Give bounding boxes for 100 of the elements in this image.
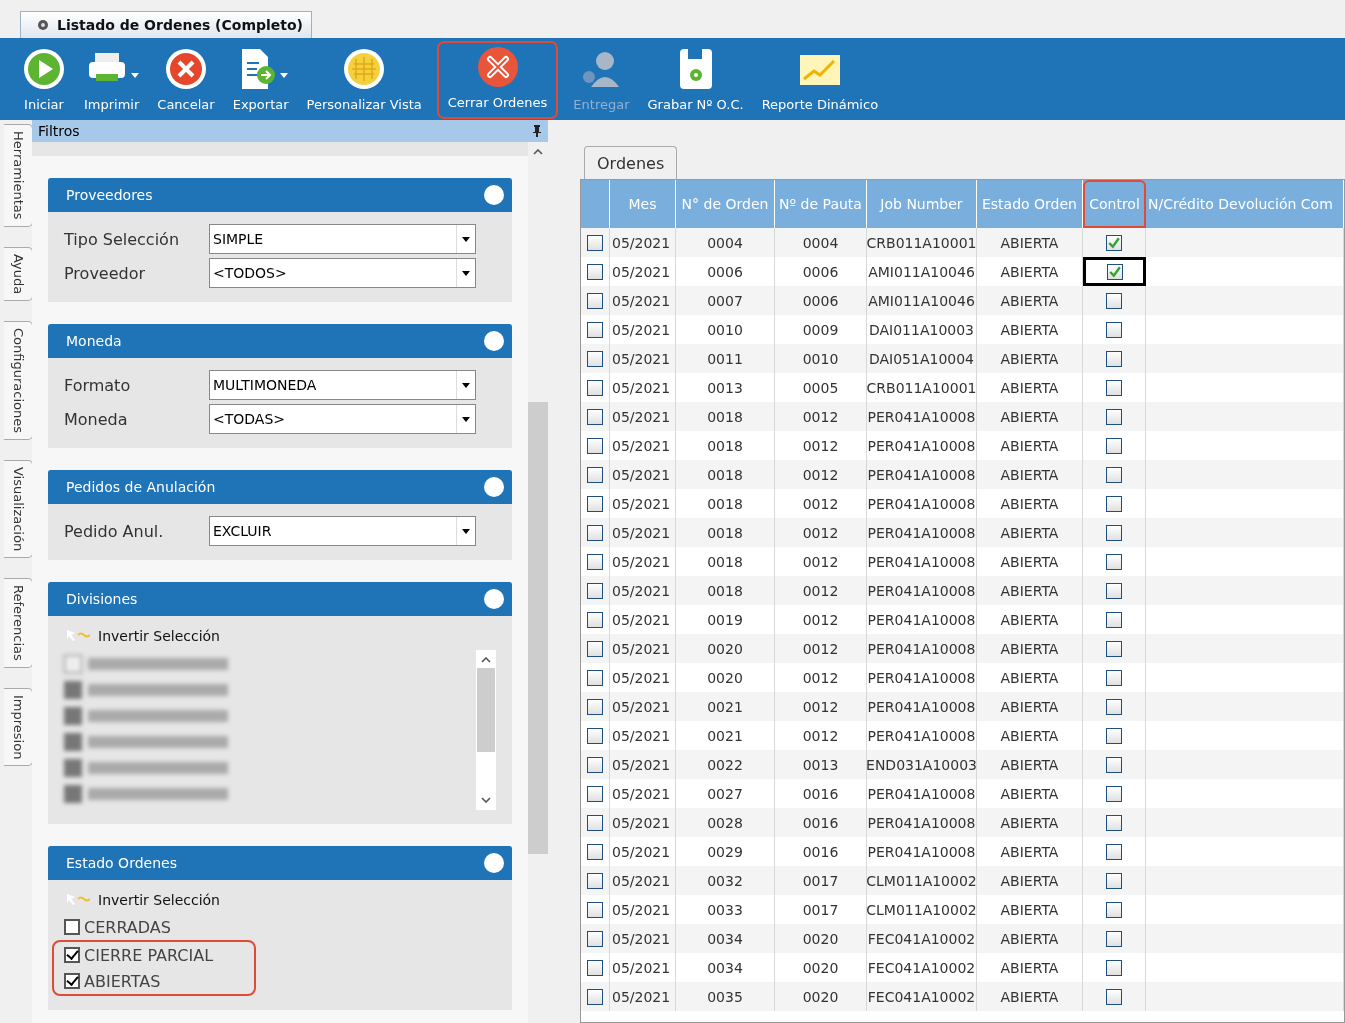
control-checkbox[interactable] xyxy=(1106,843,1122,860)
control-checkbox[interactable] xyxy=(1106,292,1122,309)
control-checkbox[interactable] xyxy=(1106,408,1122,425)
invert-selection-link[interactable]: Invertir Selección xyxy=(66,628,496,644)
row-checkbox[interactable] xyxy=(587,640,603,657)
control-checkbox[interactable] xyxy=(1106,495,1122,512)
dropdown-field[interactable]: EXCLUIR xyxy=(209,516,476,546)
control-checkbox[interactable] xyxy=(1106,930,1122,947)
control-checkbox[interactable] xyxy=(1106,582,1122,599)
collapse-button[interactable] xyxy=(484,477,504,497)
document-tab[interactable]: Listado de Ordenes (Completo) xyxy=(20,11,312,38)
collapse-button[interactable] xyxy=(484,589,504,609)
control-checkbox[interactable] xyxy=(1106,756,1122,773)
row-checkbox[interactable] xyxy=(587,582,603,599)
control-checkbox[interactable] xyxy=(1106,872,1122,889)
row-checkbox[interactable] xyxy=(587,437,603,454)
table-cell: 05/2021 xyxy=(610,344,676,373)
row-checkbox[interactable] xyxy=(587,727,603,744)
table-cell: PER041A10008 xyxy=(867,518,977,547)
control-checkbox[interactable] xyxy=(1106,727,1122,744)
row-checkbox[interactable] xyxy=(587,843,603,860)
row-checkbox[interactable] xyxy=(587,408,603,425)
control-checkbox[interactable] xyxy=(1106,553,1122,570)
toolbar-button[interactable]: Reporte Dinámico xyxy=(755,42,885,118)
control-checkbox[interactable] xyxy=(1106,466,1122,483)
toolbar-button[interactable]: Exportar xyxy=(226,42,295,118)
toolbar-button[interactable]: Cancelar xyxy=(151,42,221,118)
table-cell: 0028 xyxy=(676,808,775,837)
row-checkbox[interactable] xyxy=(587,321,603,338)
collapse-button[interactable] xyxy=(484,853,504,873)
control-checkbox[interactable] xyxy=(1106,669,1122,686)
side-tab[interactable]: Impresion xyxy=(4,687,33,767)
side-tab[interactable]: Ayuda xyxy=(4,246,33,301)
dropdown-field[interactable]: SIMPLE xyxy=(209,224,476,254)
row-checkbox[interactable] xyxy=(587,234,603,251)
table-cell: 0020 xyxy=(676,634,775,663)
checkbox[interactable] xyxy=(64,973,80,989)
table-cell: PER041A10008 xyxy=(867,402,977,431)
toolbar-button[interactable]: Personalizar Vista xyxy=(300,42,428,118)
invert-selection-link[interactable]: Invertir Selección xyxy=(66,892,496,908)
row-checkbox[interactable] xyxy=(587,350,603,367)
toolbar-button[interactable]: Iniciar xyxy=(16,42,72,118)
row-checkbox[interactable] xyxy=(587,930,603,947)
control-checkbox[interactable] xyxy=(1106,988,1122,1005)
control-checkbox[interactable] xyxy=(1106,698,1122,715)
table-cell: 0021 xyxy=(676,692,775,721)
row-checkbox[interactable] xyxy=(587,466,603,483)
dropdown-field[interactable]: MULTIMONEDA xyxy=(209,370,476,400)
control-checkbox[interactable] xyxy=(1106,524,1122,541)
table-cell: 05/2021 xyxy=(610,982,676,1011)
row-checkbox[interactable] xyxy=(587,959,603,976)
row-checkbox[interactable] xyxy=(587,756,603,773)
control-checkbox[interactable] xyxy=(1106,814,1122,831)
control-checkbox[interactable] xyxy=(1106,350,1122,367)
row-checkbox[interactable] xyxy=(587,553,603,570)
side-tab[interactable]: Visualización xyxy=(4,459,33,558)
scrollbar[interactable] xyxy=(528,142,548,1023)
orders-tab[interactable]: Ordenes xyxy=(584,146,678,179)
control-checkbox[interactable] xyxy=(1106,437,1122,454)
row-checkbox[interactable] xyxy=(587,785,603,802)
control-checkbox[interactable] xyxy=(1106,611,1122,628)
toolbar-button[interactable]: Cerrar Ordenes xyxy=(441,44,554,116)
control-checkbox[interactable] xyxy=(1106,640,1122,657)
side-tab[interactable]: Configuraciones xyxy=(4,320,33,440)
chevron-up-icon[interactable] xyxy=(533,149,543,155)
side-tab[interactable]: Herramientas xyxy=(4,124,33,227)
control-checkbox[interactable] xyxy=(1106,234,1122,251)
row-checkbox[interactable] xyxy=(587,524,603,541)
row-checkbox[interactable] xyxy=(587,379,603,396)
card-title: Divisiones xyxy=(66,591,138,607)
row-checkbox[interactable] xyxy=(587,872,603,889)
pin-icon[interactable] xyxy=(532,125,542,137)
control-checkbox[interactable] xyxy=(1106,379,1122,396)
card-title: Estado Ordenes xyxy=(66,855,177,871)
chevron-down-icon[interactable] xyxy=(481,797,491,803)
control-checkbox[interactable] xyxy=(1106,901,1122,918)
row-checkbox[interactable] xyxy=(587,611,603,628)
row-checkbox[interactable] xyxy=(587,698,603,715)
row-checkbox[interactable] xyxy=(587,263,603,280)
row-checkbox[interactable] xyxy=(587,292,603,309)
control-checkbox[interactable] xyxy=(1106,263,1123,280)
row-checkbox[interactable] xyxy=(587,814,603,831)
dropdown-field[interactable]: <TODOS> xyxy=(209,258,476,288)
dropdown-field[interactable]: <TODAS> xyxy=(209,404,476,434)
scrollbar[interactable] xyxy=(476,650,496,810)
toolbar-button[interactable]: Grabar Nº O.C. xyxy=(641,42,750,118)
toolbar-button[interactable]: Imprimir xyxy=(78,42,146,118)
row-checkbox[interactable] xyxy=(587,669,603,686)
side-tab[interactable]: Referencias xyxy=(4,577,33,668)
control-checkbox[interactable] xyxy=(1106,785,1122,802)
row-checkbox[interactable] xyxy=(587,495,603,512)
checkbox[interactable] xyxy=(64,919,80,935)
control-checkbox[interactable] xyxy=(1106,321,1122,338)
checkbox[interactable] xyxy=(64,947,80,963)
chevron-up-icon[interactable] xyxy=(481,657,491,663)
row-checkbox[interactable] xyxy=(587,988,603,1005)
row-checkbox[interactable] xyxy=(587,901,603,918)
collapse-button[interactable] xyxy=(484,185,504,205)
collapse-button[interactable] xyxy=(484,331,504,351)
control-checkbox[interactable] xyxy=(1106,959,1122,976)
